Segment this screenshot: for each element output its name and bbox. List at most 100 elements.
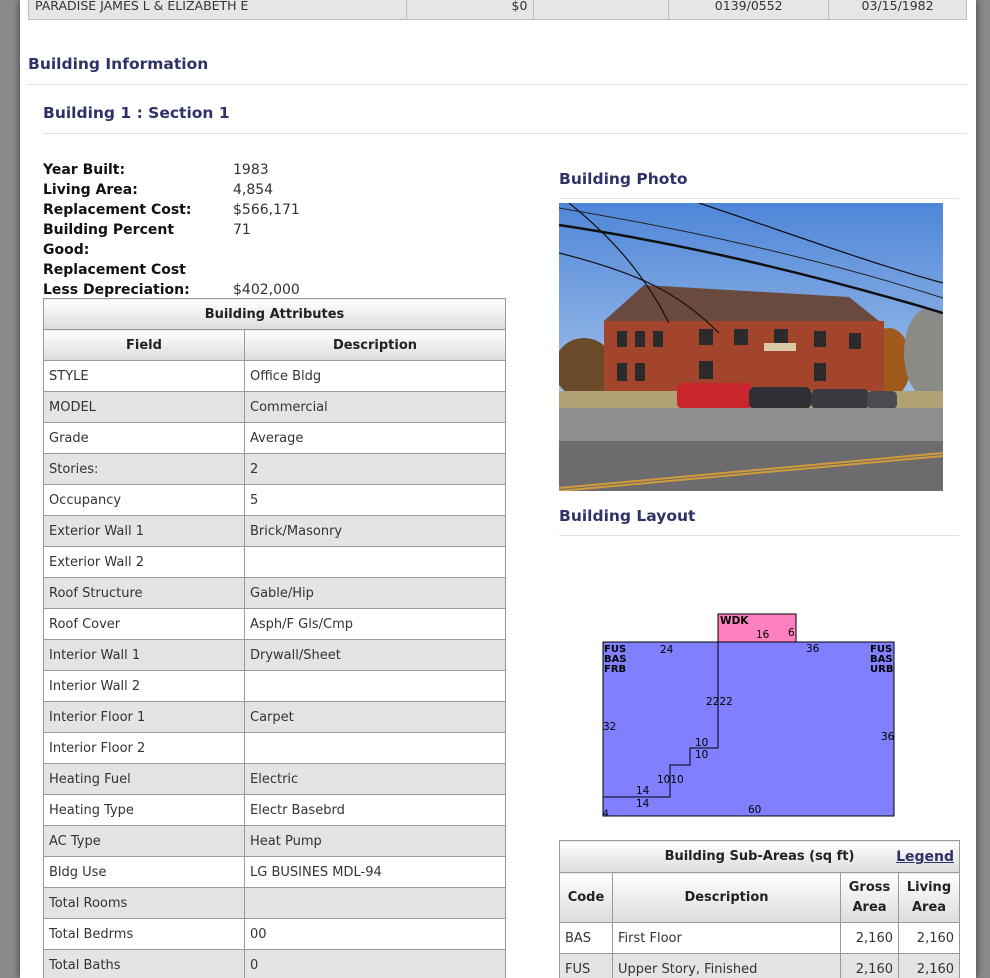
attribute-field: Heating Type: [43, 794, 245, 826]
dim-label: 32: [603, 721, 616, 733]
column-header-code: Code: [559, 872, 613, 923]
dim-label: 36: [881, 731, 895, 743]
summary-value: $566,171: [233, 202, 300, 218]
sub-areas-body: BAS First Floor 2,160 2,160 FUS Upper Story, …: [559, 922, 961, 978]
building-photo-heading: Building Photo: [559, 170, 688, 188]
table-row: Roof Structure Gable/Hip: [43, 577, 506, 609]
table-row: Interior Floor 1 Carpet: [43, 701, 506, 733]
sub-area-code: FUS: [559, 953, 613, 978]
property-record-page: PARADISE JAMES L & ELIZABETH E $0 0139/0…: [20, 0, 976, 978]
attribute-description: LG BUSINES MDL-94: [244, 856, 506, 888]
attribute-field: STYLE: [43, 360, 245, 392]
attribute-description: [244, 732, 506, 764]
dim-label: 6: [788, 627, 795, 639]
sub-area-description: First Floor: [612, 922, 841, 954]
sub-area-living: 2,160: [897, 953, 961, 978]
attribute-description: [244, 670, 506, 702]
summary-row: Year Built: 1983: [43, 160, 323, 180]
column-header-description: Description: [612, 872, 841, 923]
building-information-heading: Building Information: [28, 55, 209, 73]
column-header-field: Field: [43, 329, 245, 361]
attribute-field: Exterior Wall 1: [43, 515, 245, 547]
table-row: Total Rooms: [43, 887, 506, 919]
attribute-field: Heating Fuel: [43, 763, 245, 795]
table-caption: Building Sub-Areas (sq ft): [664, 849, 855, 864]
attribute-description: Commercial: [244, 391, 506, 423]
sub-area-code: BAS: [559, 922, 613, 954]
attribute-field: Total Baths: [43, 949, 245, 978]
table-row: AC Type Heat Pump: [43, 825, 506, 857]
column-header-description: Description: [244, 329, 506, 361]
attribute-description: [244, 546, 506, 578]
attribute-field: Total Bedrms: [43, 918, 245, 950]
summary-row: Less Depreciation: $402,000: [43, 280, 323, 300]
summary-label: Less Depreciation:: [43, 282, 190, 298]
table-row: STYLE Office Bldg: [43, 360, 506, 392]
dim-label: 10: [695, 737, 708, 749]
section-heading: Building 1 : Section 1: [43, 104, 230, 122]
attribute-description: 0: [244, 949, 506, 978]
dim-label: 16: [756, 629, 770, 641]
building-layout-sketch: WDK FUS BAS FRB FUS BAS URB 16 6 24 36 2…: [602, 613, 895, 819]
summary-row: Good:: [43, 240, 323, 260]
attribute-field: Grade: [43, 422, 245, 454]
book-page-cell: 0139/0552: [669, 0, 830, 19]
attribute-description: 00: [244, 918, 506, 950]
attribute-description: Carpet: [244, 701, 506, 733]
table-row: Total Baths 0: [43, 949, 506, 978]
attribute-field: MODEL: [43, 391, 245, 423]
dim-label: 36: [806, 643, 820, 655]
attribute-description: Office Bldg: [244, 360, 506, 392]
dim-label: 10: [695, 749, 708, 761]
legend-link[interactable]: Legend: [896, 849, 954, 865]
table-row: Heating Type Electr Basebrd: [43, 794, 506, 826]
divider: [559, 535, 959, 536]
summary-label: Living Area:: [43, 182, 138, 198]
label-left-3: FRB: [604, 664, 626, 675]
summary-row: Replacement Cost: [43, 260, 323, 280]
table-row: Bldg Use LG BUSINES MDL-94: [43, 856, 506, 888]
divider: [559, 198, 959, 199]
building-photo-image: [559, 203, 943, 491]
table-row: Grade Average: [43, 422, 506, 454]
attribute-description: 2: [244, 453, 506, 485]
attribute-description: Electric: [244, 763, 506, 795]
attribute-field: Exterior Wall 2: [43, 546, 245, 578]
attribute-field: Interior Wall 1: [43, 639, 245, 671]
summary-value: 4,854: [233, 182, 274, 198]
sub-area-description: Upper Story, Finished: [612, 953, 841, 978]
table-row: Stories: 2: [43, 453, 506, 485]
attribute-description: Drywall/Sheet: [244, 639, 506, 671]
sale-price-cell: $0: [407, 0, 535, 19]
summary-row: Building Percent 71: [43, 220, 323, 240]
attribute-description: Brick/Masonry: [244, 515, 506, 547]
table-row: Roof Cover Asph/F Gls/Cmp: [43, 608, 506, 640]
building-photo: [559, 203, 943, 491]
table-row: Interior Floor 2: [43, 732, 506, 764]
building-summary: Year Built: 1983 Living Area: 4,854 Replac…: [43, 160, 323, 300]
table-row: Occupancy 5: [43, 484, 506, 516]
attribute-description: [244, 887, 506, 919]
column-header-living-area: Living Area: [897, 872, 961, 923]
table-row: Exterior Wall 1 Brick/Masonry: [43, 515, 506, 547]
attribute-description: Gable/Hip: [244, 577, 506, 609]
table-caption: Building Attributes: [43, 298, 506, 330]
table-row: BAS First Floor 2,160 2,160: [559, 922, 961, 954]
table-row: Interior Wall 2: [43, 670, 506, 702]
summary-label: Building Percent: [43, 222, 175, 238]
attribute-field: Interior Floor 1: [43, 701, 245, 733]
dim-label: 1010: [657, 774, 684, 786]
attribute-field: Roof Cover: [43, 608, 245, 640]
summary-value: 1983: [233, 162, 269, 178]
sub-area-living: 2,160: [897, 922, 961, 954]
attribute-field: AC Type: [43, 825, 245, 857]
dim-label: 14: [636, 785, 650, 797]
label-wdk: WDK: [720, 615, 749, 627]
owner-cell: PARADISE JAMES L & ELIZABETH E: [29, 0, 407, 19]
dim-label: 24: [660, 644, 674, 656]
attribute-field: Bldg Use: [43, 856, 245, 888]
summary-label: Year Built:: [43, 162, 126, 178]
sub-areas-caption-cell: Building Sub-Areas (sq ft) Legend: [558, 840, 961, 873]
summary-label: Replacement Cost: [43, 262, 186, 278]
sale-date-cell: 03/15/1982: [861, 0, 934, 13]
